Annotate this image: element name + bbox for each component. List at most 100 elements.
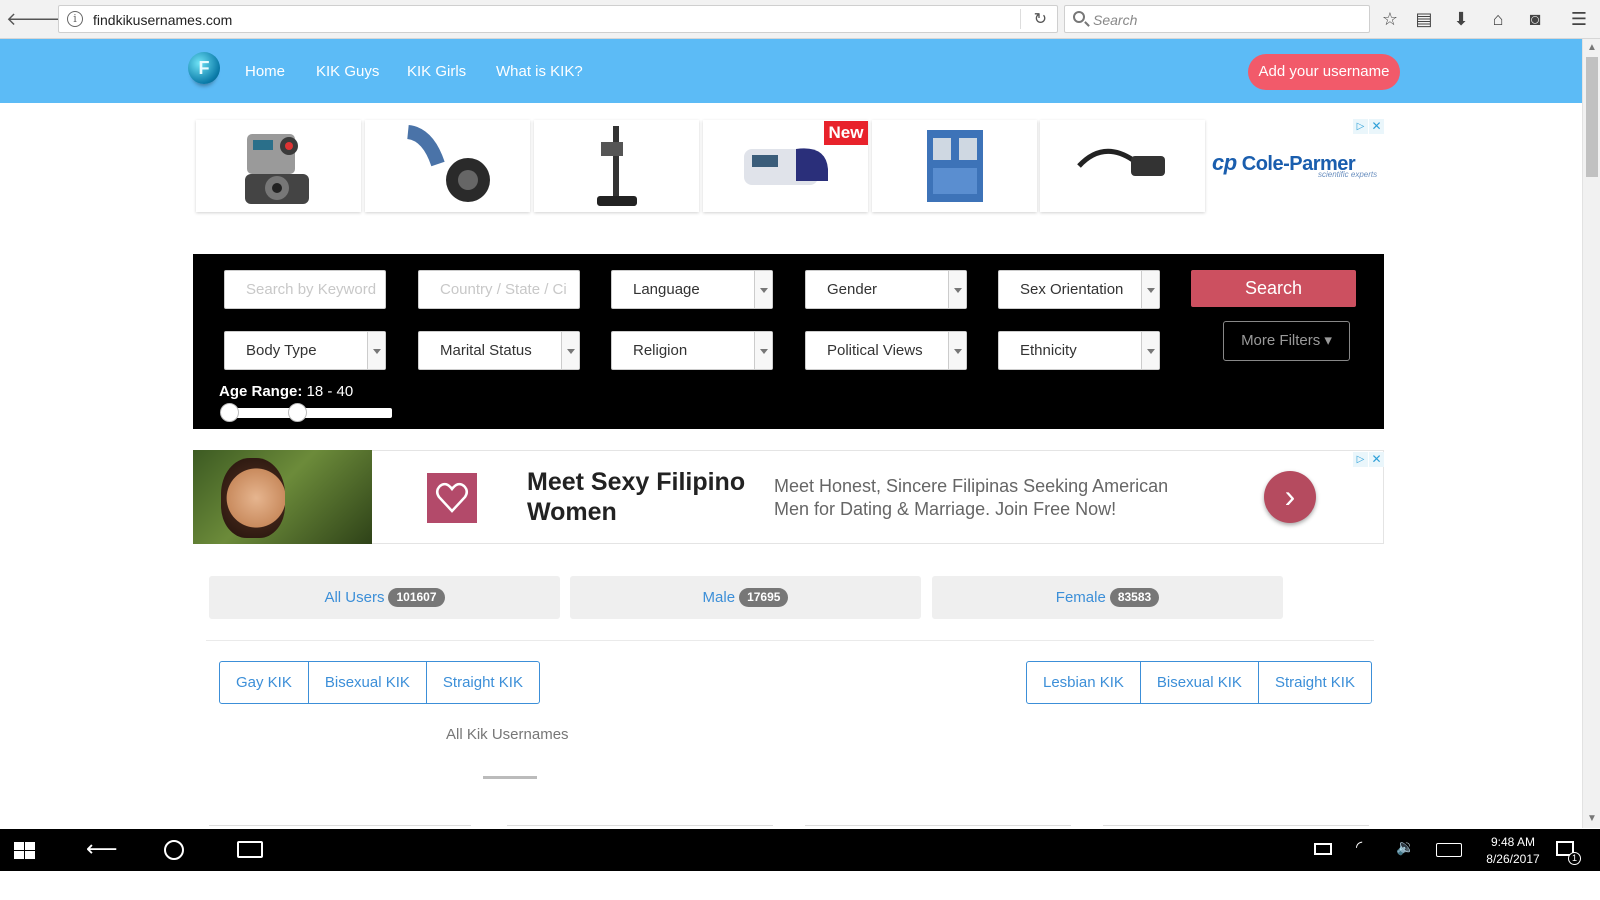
lesbian-kik-button[interactable]: Lesbian KIK: [1027, 662, 1141, 703]
nav-what-is-kik[interactable]: What is KIK?: [496, 63, 583, 80]
user-card[interactable]: [507, 825, 773, 828]
address-bar[interactable]: i findkikusernames.com ↻: [58, 5, 1058, 33]
reload-icon[interactable]: ↻: [1034, 9, 1047, 29]
gender-select-label: Gender: [827, 281, 878, 298]
age-range-label: Age Range: 18 - 40: [219, 383, 353, 400]
urlbar-divider: [1020, 9, 1021, 29]
tab-label: All Users: [324, 589, 385, 606]
tab-all-users[interactable]: All Users 101607: [209, 576, 560, 619]
chevron-down-icon: [1141, 332, 1159, 369]
user-card[interactable]: [1103, 825, 1369, 828]
volume-icon[interactable]: 🔉: [1396, 838, 1415, 856]
religion-select[interactable]: Religion: [611, 331, 773, 370]
scroll-down-icon[interactable]: ▼: [1587, 813, 1597, 824]
ad-product-stand[interactable]: [534, 120, 699, 212]
body-type-select[interactable]: Body Type: [224, 331, 386, 370]
age-max-handle[interactable]: [288, 403, 307, 422]
adchoices-icon[interactable]: ▷: [1353, 119, 1368, 134]
pocket-icon[interactable]: ◙: [1523, 7, 1547, 31]
political-views-select[interactable]: Political Views: [805, 331, 967, 370]
battery-icon[interactable]: [1314, 843, 1332, 855]
bookmarks-library-icon[interactable]: ▤: [1412, 7, 1436, 31]
chevron-down-icon: [948, 332, 966, 369]
search-button[interactable]: Search: [1191, 270, 1356, 307]
political-views-select-label: Political Views: [827, 342, 923, 359]
banner-photo[interactable]: [193, 450, 372, 544]
tab-male[interactable]: Male 17695: [570, 576, 921, 619]
adchoices-icon[interactable]: ▷: [1353, 452, 1368, 467]
section-divider: [206, 640, 1374, 641]
language-select[interactable]: Language: [611, 270, 773, 309]
site-logo[interactable]: F: [188, 52, 220, 84]
scroll-up-icon[interactable]: ▲: [1587, 42, 1597, 53]
windows-start-icon[interactable]: [14, 842, 35, 859]
cable-probe-icon: [1076, 148, 1165, 176]
browser-search-placeholder: Search: [1093, 12, 1138, 28]
bisexual-kik-button[interactable]: Bisexual KIK: [309, 662, 427, 703]
cole-parmer-mark: cp: [1212, 150, 1237, 175]
user-card[interactable]: [209, 825, 471, 828]
sex-orientation-select-label: Sex Orientation: [1020, 281, 1124, 298]
browser-toolbar: 🡐 🡒 i findkikusernames.com ↻ Search ☆ ▤ …: [0, 0, 1600, 39]
count-badge: 17695: [739, 588, 789, 607]
bisexual-kik-button[interactable]: Bisexual KIK: [1141, 662, 1259, 703]
menu-icon[interactable]: ☰: [1567, 7, 1591, 31]
ad-product-pump[interactable]: [196, 120, 361, 212]
site-info-icon[interactable]: i: [67, 11, 83, 27]
marital-status-select[interactable]: Marital Status: [418, 331, 580, 370]
marital-status-select-label: Marital Status: [440, 342, 532, 359]
taskbar-clock[interactable]: 9:48 AM 8/26/2017: [1478, 834, 1548, 868]
ethnicity-select[interactable]: Ethnicity: [998, 331, 1160, 370]
nav-kik-girls[interactable]: KIK Girls: [407, 63, 466, 80]
age-min-handle[interactable]: [220, 403, 239, 422]
location-input[interactable]: Country / State / Ci: [418, 270, 580, 309]
chevron-down-icon: [948, 271, 966, 308]
nav-kik-guys[interactable]: KIK Guys: [316, 63, 379, 80]
scroll-thumb[interactable]: [1586, 57, 1598, 177]
lab-cabinet-icon: [926, 130, 983, 202]
more-filters-button[interactable]: More Filters ▾: [1223, 321, 1350, 361]
bookmark-star-icon[interactable]: ☆: [1378, 7, 1402, 31]
back-arrow-icon[interactable]: ⟵: [86, 836, 118, 862]
keyword-search-input[interactable]: Search by Keyword: [224, 270, 386, 309]
wifi-icon[interactable]: ◜: [1356, 837, 1362, 857]
title-underline: [483, 776, 537, 779]
ad-product-cable[interactable]: [1040, 120, 1205, 212]
ad-product-hose[interactable]: [365, 120, 530, 212]
age-range-title: Age Range:: [219, 383, 303, 400]
user-card[interactable]: [805, 825, 1071, 828]
chevron-right-icon[interactable]: ›: [1264, 471, 1316, 523]
notification-count: 1: [1568, 852, 1581, 865]
cortana-icon[interactable]: [164, 840, 184, 860]
back-arrow-icon[interactable]: 🡐: [6, 8, 54, 30]
ad-product-cabinet[interactable]: [872, 120, 1037, 212]
home-icon[interactable]: ⌂: [1486, 7, 1510, 31]
browser-search-input[interactable]: Search: [1064, 5, 1370, 33]
task-view-icon[interactable]: [237, 841, 263, 858]
section-title: All Kik Usernames: [446, 726, 569, 743]
keyboard-icon[interactable]: [1436, 843, 1462, 857]
straight-kik-button[interactable]: Straight KIK: [1259, 662, 1371, 703]
heart-logo-icon: [427, 473, 477, 523]
cole-parmer-tagline: scientific experts: [1318, 170, 1378, 179]
sex-orientation-select[interactable]: Sex Orientation: [998, 270, 1160, 309]
gay-kik-button[interactable]: Gay KIK: [220, 662, 309, 703]
ad-choices[interactable]: ▷ ✕: [1353, 119, 1385, 134]
tab-female[interactable]: Female 83583: [932, 576, 1283, 619]
nav-home[interactable]: Home: [245, 63, 285, 80]
religion-select-label: Religion: [633, 342, 688, 359]
gender-select[interactable]: Gender: [805, 270, 967, 309]
download-icon[interactable]: ⬇: [1449, 7, 1473, 31]
add-username-button[interactable]: Add your username: [1248, 54, 1400, 90]
peristaltic-pump-icon: [244, 134, 309, 204]
close-ad-icon[interactable]: ✕: [1369, 119, 1384, 134]
forward-arrow-icon[interactable]: 🡒: [33, 8, 81, 30]
close-ad-icon[interactable]: ✕: [1369, 452, 1384, 467]
straight-kik-button[interactable]: Straight KIK: [427, 662, 539, 703]
page-scrollbar[interactable]: ▲ ▼: [1582, 39, 1600, 828]
banner-text: Meet Honest, Sincere Filipinas Seeking A…: [774, 476, 1169, 519]
age-range-slider[interactable]: [222, 408, 392, 418]
banner-ad-choices[interactable]: ▷ ✕: [1353, 452, 1385, 467]
site-header: F Home KIK Guys KIK Girls What is KIK? A…: [0, 39, 1582, 103]
url-text[interactable]: findkikusernames.com: [93, 12, 232, 28]
